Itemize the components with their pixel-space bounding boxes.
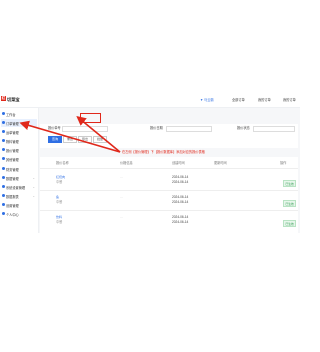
row-3-name[interactable]: 饮料 xyxy=(56,216,62,219)
status-badge: 已生效 xyxy=(283,180,297,188)
box-icon xyxy=(2,139,5,142)
status-select[interactable] xyxy=(253,126,295,132)
header-link-2[interactable]: 我的订单 xyxy=(258,98,271,102)
instruction-annotation: 在左侧【报价管理】下【报价数据库】添加对应的报价表格 xyxy=(122,150,205,154)
app-name: 切菜宝 xyxy=(7,97,20,102)
tab-data[interactable]: 数据 xyxy=(216,114,222,128)
tab-customers[interactable]: 客户管理 xyxy=(146,114,158,128)
filter-label-quote-no: 报价单号 xyxy=(48,126,61,130)
row-3-updated: 2024-06-14 xyxy=(172,220,189,224)
row-3-price: … xyxy=(120,215,124,219)
row-2-created: 2024-06-14 xyxy=(172,195,189,199)
row-1-sub: 中餐 xyxy=(56,180,63,184)
sidebar-item-orders[interactable]: 订单管理 xyxy=(1,119,37,127)
sidebar-item-finance[interactable]: 财务管理 xyxy=(1,165,37,173)
col-actions: 操作 xyxy=(280,161,287,165)
chevron-down-icon: ⌄ xyxy=(32,185,35,189)
home-icon xyxy=(2,112,5,115)
export-button[interactable]: 导出 xyxy=(78,136,92,143)
row-1-created: 2024-06-14 xyxy=(172,175,189,179)
row-2-updated: 2024-06-14 xyxy=(172,200,189,204)
top-bar xyxy=(0,93,300,108)
row-1-price: … xyxy=(120,175,124,179)
grid-icon xyxy=(2,157,5,160)
filter-label-status: 报价状态 xyxy=(237,126,250,130)
row-2-sub: 中餐 xyxy=(56,200,63,204)
tab-analysis[interactable]: 数据分析 xyxy=(196,114,208,128)
filter-label-quote-date: 报价日期 xyxy=(150,126,163,130)
chart-icon xyxy=(2,194,5,197)
sidebar-item-waybill[interactable]: 运单管理 xyxy=(1,128,37,136)
row-2-price: … xyxy=(120,195,124,199)
sidebar-item-data[interactable]: 数据管理 ⌄ xyxy=(1,174,37,182)
user-icon xyxy=(2,212,5,215)
col-updated: 更新时间 xyxy=(214,161,227,165)
quote-no-input[interactable] xyxy=(62,126,108,132)
search-button[interactable]: 查询 xyxy=(48,136,62,143)
sidebar-item-profile[interactable]: 个人中心 xyxy=(1,210,37,218)
tab-orders[interactable]: 订单 xyxy=(174,114,180,128)
col-price: 价格信息 xyxy=(120,161,133,165)
reset-button[interactable]: 重置 xyxy=(63,136,77,143)
row-2-name[interactable]: 鱼 xyxy=(56,196,59,199)
row-1-updated: 2024-06-14 xyxy=(172,180,189,184)
database-icon xyxy=(2,176,5,179)
wallet-icon xyxy=(2,167,5,170)
chevron-down-icon: ⌄ xyxy=(32,176,35,180)
order-icon xyxy=(2,121,5,124)
price-icon xyxy=(2,148,5,151)
batch-button[interactable]: 批量 xyxy=(93,136,107,143)
header-link-3[interactable]: 我的订单 xyxy=(283,98,296,102)
sidebar-item-reports[interactable]: 数据报表 ⌄ xyxy=(1,192,37,200)
header-link-1[interactable]: 全部订单 xyxy=(232,98,245,102)
chevron-down-icon: ⌄ xyxy=(32,194,35,198)
col-name: 报价名称 xyxy=(56,161,69,165)
status-badge: 已生效 xyxy=(283,200,297,208)
settings-icon xyxy=(2,203,5,206)
table-row xyxy=(40,210,298,229)
tab-sales-data[interactable]: 销售数据 xyxy=(124,114,136,128)
sidebar-item-settings[interactable]: 设置管理 xyxy=(1,201,37,209)
tab-price-data[interactable]: 价格数据 xyxy=(104,114,116,128)
table-row xyxy=(40,190,298,209)
sidebar-item-system[interactable]: 系统设置管理 ⌄ xyxy=(1,183,37,191)
col-created: 创建时间 xyxy=(172,161,185,165)
logo-mark: 红 xyxy=(1,96,6,101)
row-3-sub: 中餐 xyxy=(56,220,63,224)
quote-date-input[interactable] xyxy=(166,126,212,132)
sidebar-item-quotes[interactable]: 报价管理 xyxy=(1,146,37,154)
user-menu[interactable]: ▼ 马云霸 xyxy=(200,98,214,102)
row-1-name[interactable]: 红烧肉 xyxy=(56,176,65,179)
status-badge: 已生效 xyxy=(283,220,297,228)
sidebar-item-other[interactable]: 其他管理 xyxy=(1,155,37,163)
row-3-created: 2024-06-14 xyxy=(172,215,189,219)
truck-icon xyxy=(2,130,5,133)
sidebar-item-workbench[interactable]: 工作台 xyxy=(1,110,37,118)
tab-quote-database[interactable]: 报价数据库 xyxy=(80,113,102,129)
table-row xyxy=(40,168,298,187)
table-header xyxy=(40,160,298,166)
gear-icon xyxy=(2,185,5,188)
sidebar-item-materials[interactable]: 物料管理 xyxy=(1,137,37,145)
